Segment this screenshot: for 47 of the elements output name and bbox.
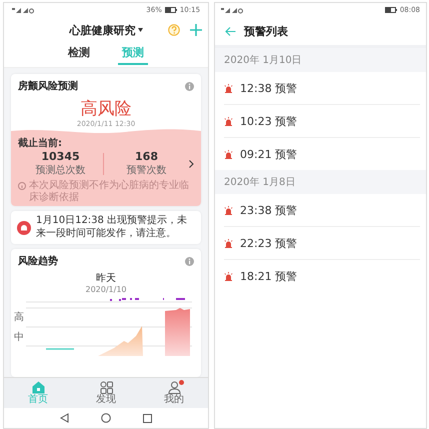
alert-row[interactable]: 09:21 预警 <box>224 138 420 170</box>
home-button-icon[interactable] <box>101 413 111 423</box>
stat-value: 168 <box>135 150 158 163</box>
grid-icon <box>100 381 113 394</box>
app-title[interactable]: 心脏健康研究 <box>70 22 136 38</box>
alert-row[interactable]: 22:23 预警 <box>224 227 420 260</box>
signal-icon <box>12 6 34 14</box>
caret-icon[interactable] <box>138 28 143 32</box>
date-header: 2020年 1月8日 <box>224 176 296 189</box>
back-icon[interactable] <box>60 413 69 423</box>
stat-label: 预警次数 <box>126 164 167 177</box>
nav-item[interactable]: 我的 <box>140 378 208 408</box>
alert-icon <box>17 220 31 234</box>
battery-icon <box>164 7 177 13</box>
risk-level: 高风险 <box>80 98 132 120</box>
as-of-label: 截止当前: <box>18 136 63 150</box>
person-icon <box>168 381 181 394</box>
tab[interactable]: 检测 <box>64 43 94 65</box>
alarm-light-icon <box>224 272 234 280</box>
stat-value: 10345 <box>41 150 80 163</box>
chevron-right-icon[interactable] <box>189 160 194 168</box>
alarm-light-icon <box>224 116 234 126</box>
axis-label: 高 <box>14 313 25 323</box>
card-title: 房颤风险预测 <box>18 79 78 93</box>
alarm-light-icon <box>224 150 234 158</box>
stat-label: 预测总次数 <box>36 164 86 177</box>
axis-label: 中 <box>14 333 25 343</box>
alert-row[interactable]: 10:23 预警 <box>224 105 420 138</box>
alarm-light-icon <box>224 238 234 248</box>
page-title: 预警列表 <box>244 24 288 38</box>
info-outline-icon <box>18 182 26 190</box>
alert-row[interactable]: 12:38 预警 <box>224 72 420 105</box>
home-icon <box>32 381 44 394</box>
alert-row[interactable]: 18:21 预警 <box>224 260 420 292</box>
alert-row[interactable]: 23:38 预警 <box>224 194 420 227</box>
signal-icon <box>221 6 244 14</box>
nav-item[interactable]: 发现 <box>72 378 140 408</box>
alarm-light-icon <box>224 206 234 214</box>
date-header: 2020年 1月10日 <box>224 54 302 67</box>
alert-message: 1月10日12:38 出现预警提示，未来一段时间可能发作，请注意。 <box>36 215 188 240</box>
chart-day: 昨天 <box>96 271 116 285</box>
card-title: 风险趋势 <box>18 254 58 268</box>
battery-icon <box>384 7 397 13</box>
alarm-light-icon <box>224 84 234 92</box>
chart-date: 2020/1/10 <box>86 285 127 294</box>
recents-icon[interactable] <box>143 414 152 422</box>
disclaimer: 本次风险预测不作为心脏病的专业临床诊断依据 <box>29 180 190 203</box>
